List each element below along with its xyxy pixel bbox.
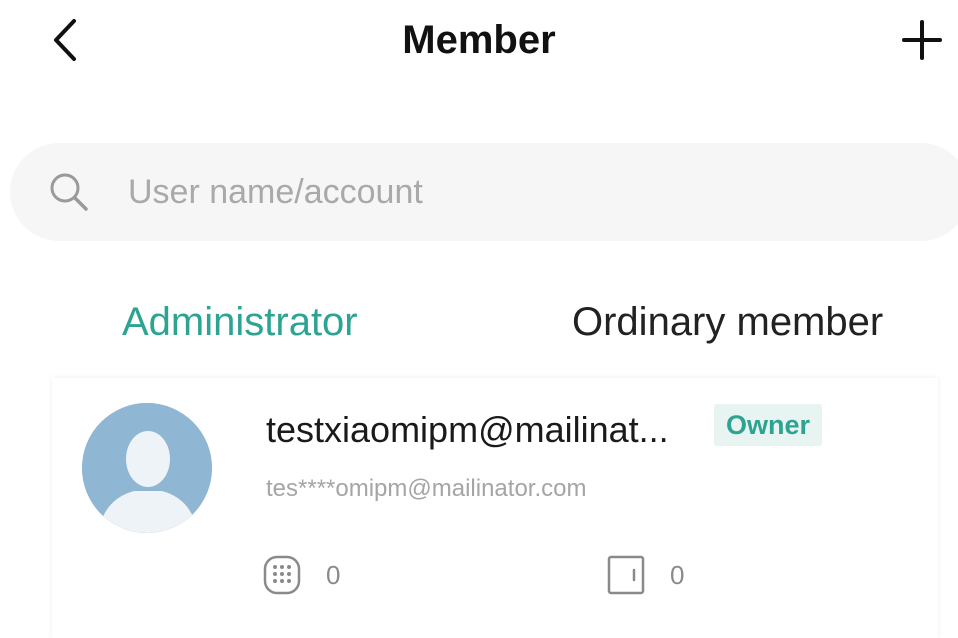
search-icon (48, 171, 90, 213)
member-card[interactable]: testxiaomipm@mailinat... Owner tes****om… (52, 378, 938, 638)
header: Member (0, 0, 958, 80)
avatar (82, 403, 212, 533)
tab-administrator[interactable]: Administrator (122, 295, 358, 349)
default-avatar-icon (82, 403, 212, 533)
add-member-button[interactable] (896, 14, 948, 66)
member-name: testxiaomipm@mailinat... (266, 409, 669, 450)
door-stat: 0 (606, 554, 684, 596)
keypad-stat: 0 (262, 554, 340, 596)
owner-badge: Owner (714, 404, 823, 446)
door-count: 0 (670, 560, 685, 590)
door-icon (606, 554, 646, 596)
plus-icon (902, 20, 942, 60)
member-account: tes****omipm@mailinator.com (266, 475, 587, 502)
page-title: Member (402, 18, 556, 62)
search-input[interactable] (126, 171, 830, 213)
keypad-icon (262, 554, 302, 596)
search-bar[interactable] (10, 143, 958, 241)
keypad-count: 0 (326, 560, 341, 590)
tab-ordinary-member[interactable]: Ordinary member (572, 295, 883, 349)
